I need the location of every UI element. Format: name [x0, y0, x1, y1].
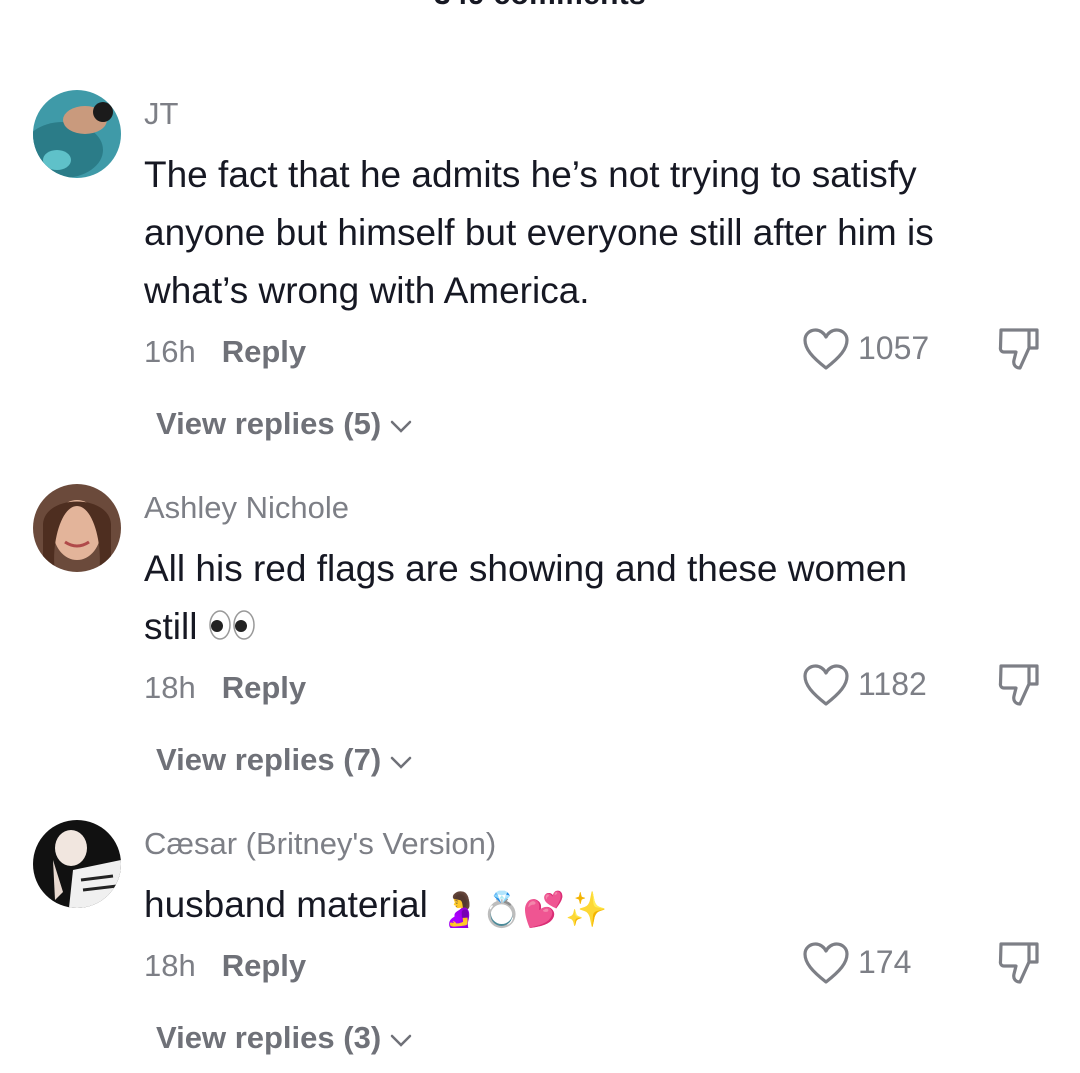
comment-meta: 18h Reply	[144, 948, 306, 984]
view-replies-button[interactable]: View replies (7)	[156, 742, 413, 778]
eyes-emoji-icon	[208, 602, 256, 660]
thumbs-down-icon[interactable]	[996, 662, 1042, 708]
comment-text-body: The fact that he admits he’s not trying …	[144, 154, 934, 311]
thumbs-down-icon[interactable]	[996, 326, 1042, 372]
comment-text: The fact that he admits he’s not trying …	[144, 146, 1044, 320]
chevron-down-icon	[390, 420, 412, 433]
comment-text-body: All his red flags are showing and these …	[144, 548, 908, 647]
view-replies-button[interactable]: View replies (3)	[156, 1020, 413, 1056]
comment-time: 18h	[144, 670, 196, 705]
avatar[interactable]	[33, 820, 121, 908]
comment-text: husband material 🤰💍💕✨	[144, 876, 1044, 939]
reply-button[interactable]: Reply	[222, 948, 306, 983]
comment-meta: 16h Reply	[144, 334, 306, 370]
comment-time: 16h	[144, 334, 196, 369]
view-replies-label: View replies (3)	[156, 1020, 382, 1055]
chevron-down-icon	[390, 756, 412, 769]
reply-button[interactable]: Reply	[222, 670, 306, 705]
thumbs-down-icon[interactable]	[996, 940, 1042, 986]
avatar[interactable]	[33, 90, 121, 178]
comment-count-title: 349 comments	[0, 0, 1080, 12]
comment-text: All his red flags are showing and these …	[144, 540, 1044, 660]
avatar[interactable]	[33, 484, 121, 572]
heart-outline-icon[interactable]	[802, 327, 850, 371]
comment-username[interactable]: Ashley Nichole	[144, 490, 349, 526]
heart-outline-icon[interactable]	[802, 941, 850, 985]
comment-meta: 18h Reply	[144, 670, 306, 706]
comment-text-body: husband material	[144, 884, 439, 925]
view-replies-button[interactable]: View replies (5)	[156, 406, 413, 442]
comment-username[interactable]: Cæsar (Britney's Version)	[144, 826, 496, 862]
emoji-sequence: 🤰💍💕✨	[438, 891, 608, 929]
heart-outline-icon[interactable]	[802, 663, 850, 707]
chevron-down-icon	[390, 1034, 412, 1047]
view-replies-label: View replies (7)	[156, 742, 382, 777]
view-replies-label: View replies (5)	[156, 406, 382, 441]
like-count: 1182	[858, 666, 927, 702]
like-count: 174	[858, 944, 912, 980]
reply-button[interactable]: Reply	[222, 334, 306, 369]
comment-time: 18h	[144, 948, 196, 983]
comment-username[interactable]: JT	[144, 96, 178, 132]
close-icon[interactable]	[1000, 0, 1038, 14]
like-count: 1057	[858, 330, 930, 366]
